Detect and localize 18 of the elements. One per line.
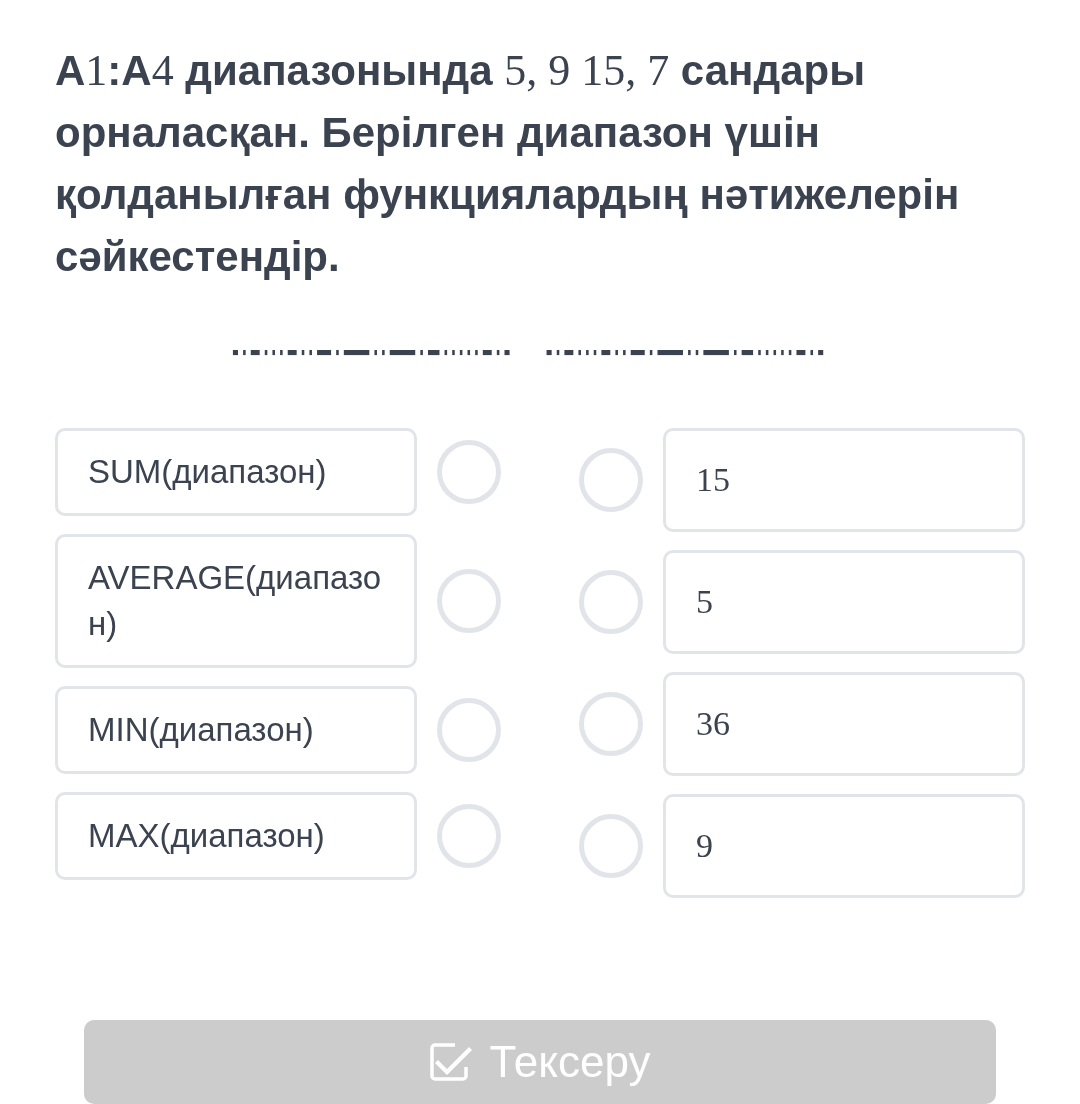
- match-circle[interactable]: [579, 448, 643, 513]
- function-card[interactable]: AVERAGE(диапазон): [55, 534, 417, 669]
- function-card[interactable]: SUM(диапазон): [55, 428, 417, 517]
- match-circle[interactable]: [437, 569, 501, 634]
- match-circle[interactable]: [437, 440, 501, 505]
- answer-card[interactable]: 9: [663, 794, 1025, 899]
- match-circle[interactable]: [579, 570, 643, 635]
- match-circle[interactable]: [437, 804, 501, 869]
- match-circle[interactable]: [579, 692, 643, 757]
- answer-card[interactable]: 36: [663, 672, 1025, 777]
- question-text: A1:A4 диапазонында 5, 9 15, 7 сандары орналасқан. Берілген диапазон үшін қолданылған функциялардың нәтижелерін сәйкестендір.: [55, 45, 961, 282]
- checkbox-icon: [429, 1042, 474, 1083]
- function-card[interactable]: MAX(диапазон): [55, 792, 417, 881]
- answer-card[interactable]: 15: [663, 428, 1025, 533]
- match-circle[interactable]: [437, 698, 501, 763]
- match-circle[interactable]: [579, 814, 643, 879]
- answer-card[interactable]: 5: [663, 550, 1025, 655]
- function-card[interactable]: MIN(диапазон): [55, 686, 417, 775]
